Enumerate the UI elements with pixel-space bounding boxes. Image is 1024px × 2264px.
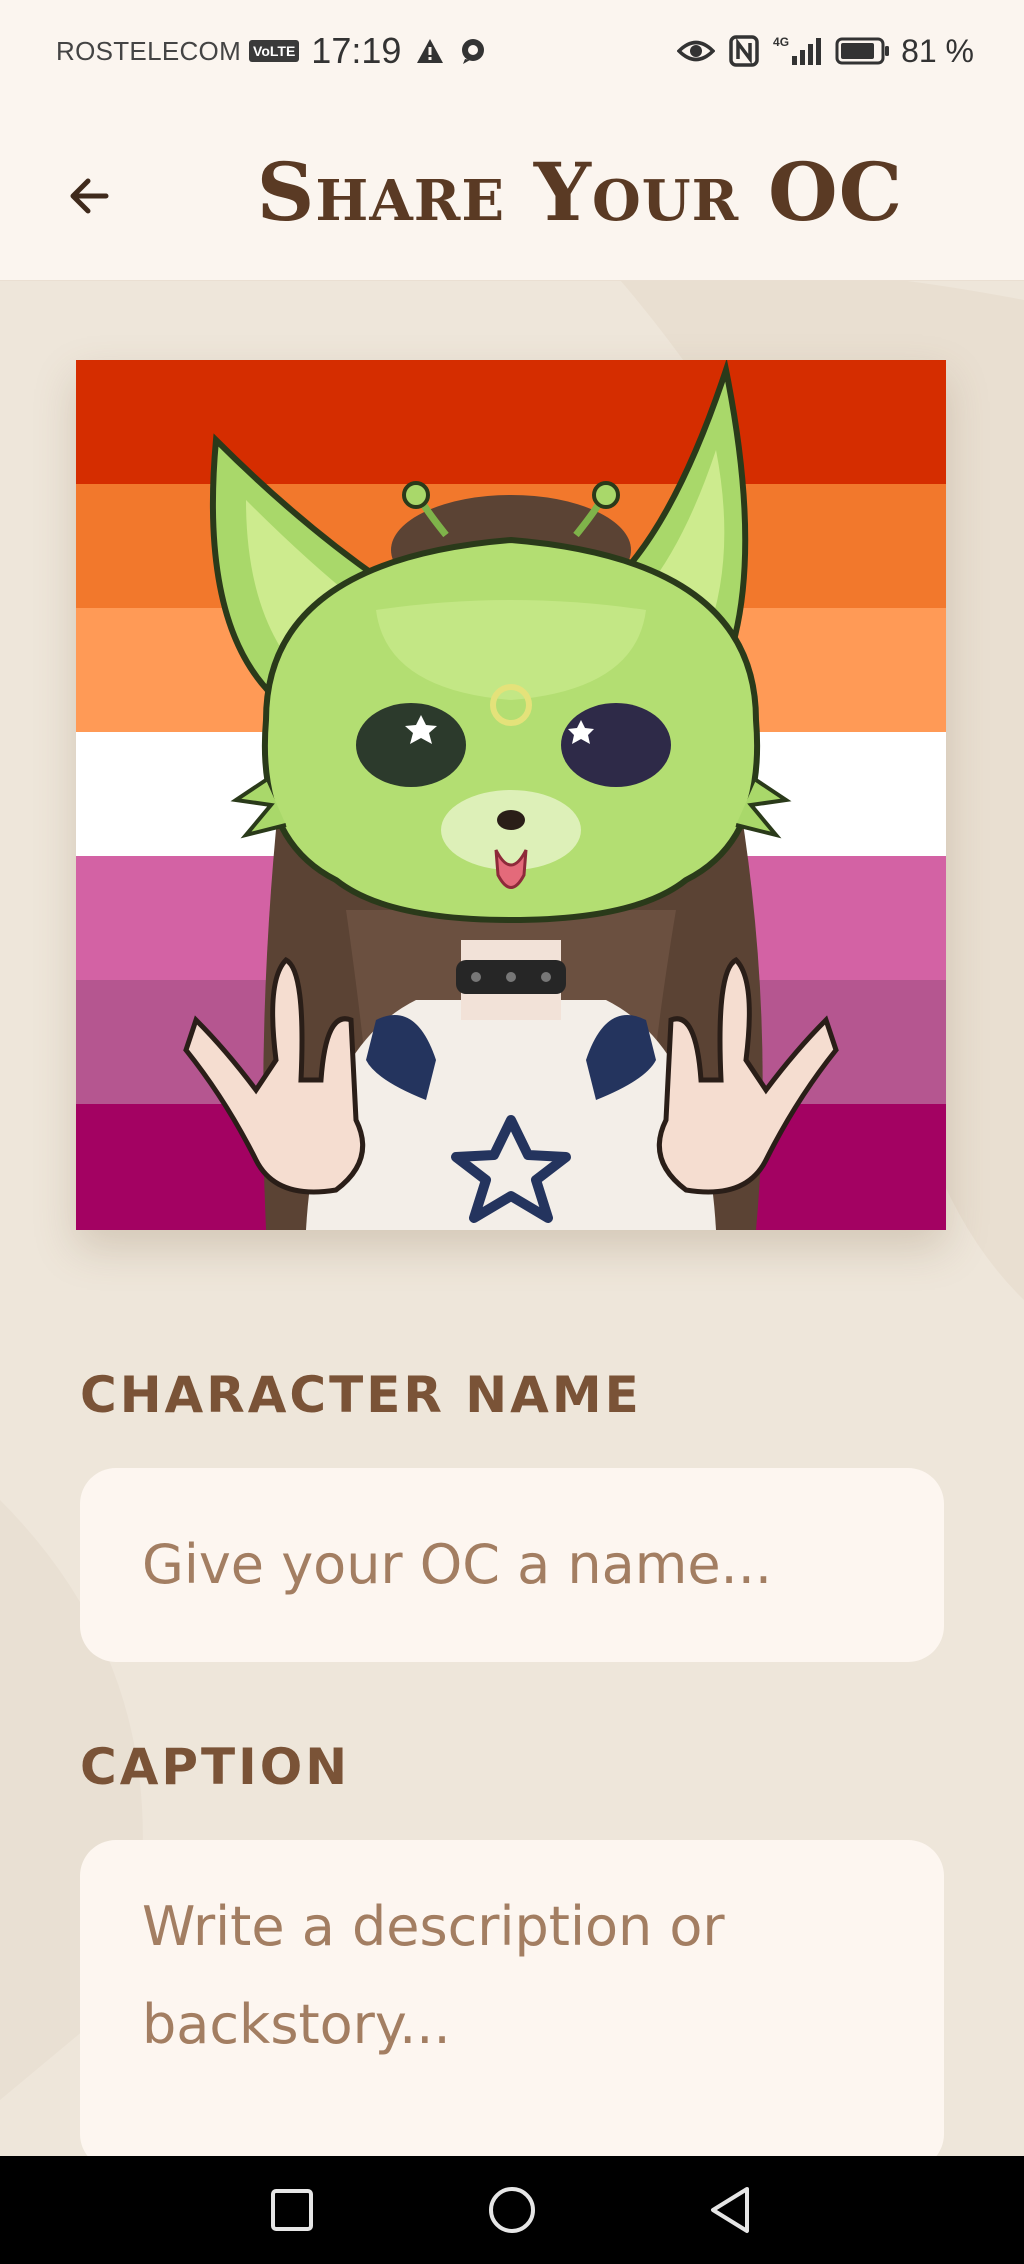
page-title: Share Your OC xyxy=(256,145,904,239)
character-name-label: CHARACTER NAME xyxy=(80,1366,642,1424)
character-name-placeholder: Give your OC a name... xyxy=(142,1533,773,1596)
carrier-name: ROSTELECOM xyxy=(56,35,242,66)
triangle-back-icon xyxy=(711,2187,749,2233)
battery-icon xyxy=(835,36,891,66)
volte-badge: VoLTE xyxy=(249,40,300,62)
nfc-icon xyxy=(729,35,759,67)
home-button[interactable] xyxy=(476,2174,548,2246)
arrow-left-icon xyxy=(70,178,109,214)
system-nav-bar xyxy=(0,2156,1024,2264)
eye-icon xyxy=(677,38,716,64)
warning-icon xyxy=(415,37,445,65)
signal-icon: 4G xyxy=(773,35,822,66)
caption-input[interactable]: Write a description or backstory... xyxy=(80,1840,944,2170)
network-type: 4G xyxy=(773,35,790,49)
chat-bubble-icon xyxy=(459,37,487,65)
recent-apps-button[interactable] xyxy=(256,2174,328,2246)
oc-image-preview[interactable] xyxy=(76,360,946,1230)
app-header: Share Your OC xyxy=(0,102,1024,281)
circle-icon xyxy=(489,2187,535,2233)
caption-placeholder: Write a description or backstory... xyxy=(142,1895,725,2056)
status-bar: ROSTELECOM VoLTE 17:19 4G 81 % xyxy=(0,0,1024,102)
battery-percentage: 81 % xyxy=(901,32,974,69)
oc-artwork xyxy=(76,360,946,1230)
status-time: 17:19 xyxy=(311,30,402,71)
back-button[interactable] xyxy=(50,156,130,236)
caption-label: CAPTION xyxy=(80,1738,351,1796)
square-icon xyxy=(271,2189,313,2231)
system-back-button[interactable] xyxy=(694,2174,766,2246)
character-name-input[interactable]: Give your OC a name... xyxy=(80,1468,944,1662)
